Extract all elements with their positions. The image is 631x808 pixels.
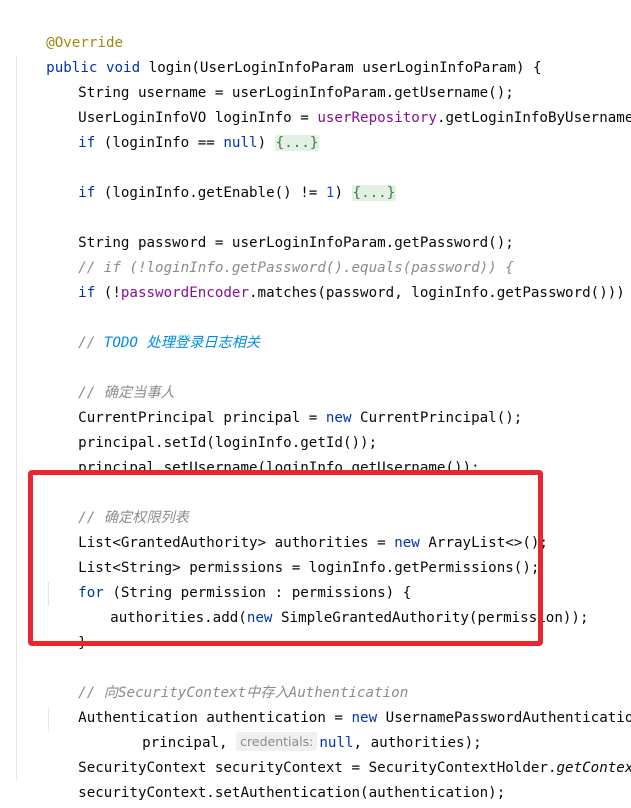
- code-line: Authentication authentication = new User…: [78, 710, 631, 726]
- todo-comment: TODO 处理登录日志相关: [103, 335, 261, 351]
- code-line: securityContext.setAuthentication(authen…: [78, 785, 506, 801]
- code-line: UserLoginInfoVO loginInfo = userReposito…: [78, 110, 631, 126]
- code-line: principal, credentials: null, authorities…: [142, 732, 482, 751]
- code-line: @Override: [12, 6, 631, 51]
- code-line: CurrentPrincipal principal = new Current…: [78, 410, 523, 426]
- folded-block[interactable]: {...}: [274, 135, 320, 151]
- code-line: // TODO 处理登录日志相关: [78, 335, 261, 351]
- code-line: if (loginInfo.getEnable() != 1) {...}: [78, 185, 397, 201]
- code-line: if (!passwordEncoder.matches(password, l…: [78, 285, 631, 301]
- code-line: if (loginInfo == null) {...}: [78, 135, 320, 151]
- code-line: }: [12, 781, 631, 806]
- code-line: // 向SecurityContext中存入Authentication: [78, 685, 409, 701]
- highlight-box: [28, 470, 543, 646]
- code-line: SecurityContext securityContext = Securi…: [78, 760, 631, 776]
- code-line: principal.setUsername(loginInfo.getUsern…: [78, 460, 480, 476]
- code-line: public void login(UserLoginInfoParam use…: [46, 60, 542, 76]
- code-line: principal.setId(loginInfo.getId());: [78, 435, 378, 451]
- indent-guide: [16, 56, 17, 781]
- code-editor[interactable]: @Override public void login(UserLoginInf…: [0, 0, 631, 808]
- code-line: // 确定当事人: [78, 385, 175, 401]
- code-line: String password = userLoginInfoParam.get…: [78, 235, 514, 251]
- code-line: String username = userLoginInfoParam.get…: [78, 85, 514, 101]
- folded-block[interactable]: {...}: [351, 185, 397, 201]
- code-line: // if (!loginInfo.getPassword().equals(p…: [78, 260, 514, 276]
